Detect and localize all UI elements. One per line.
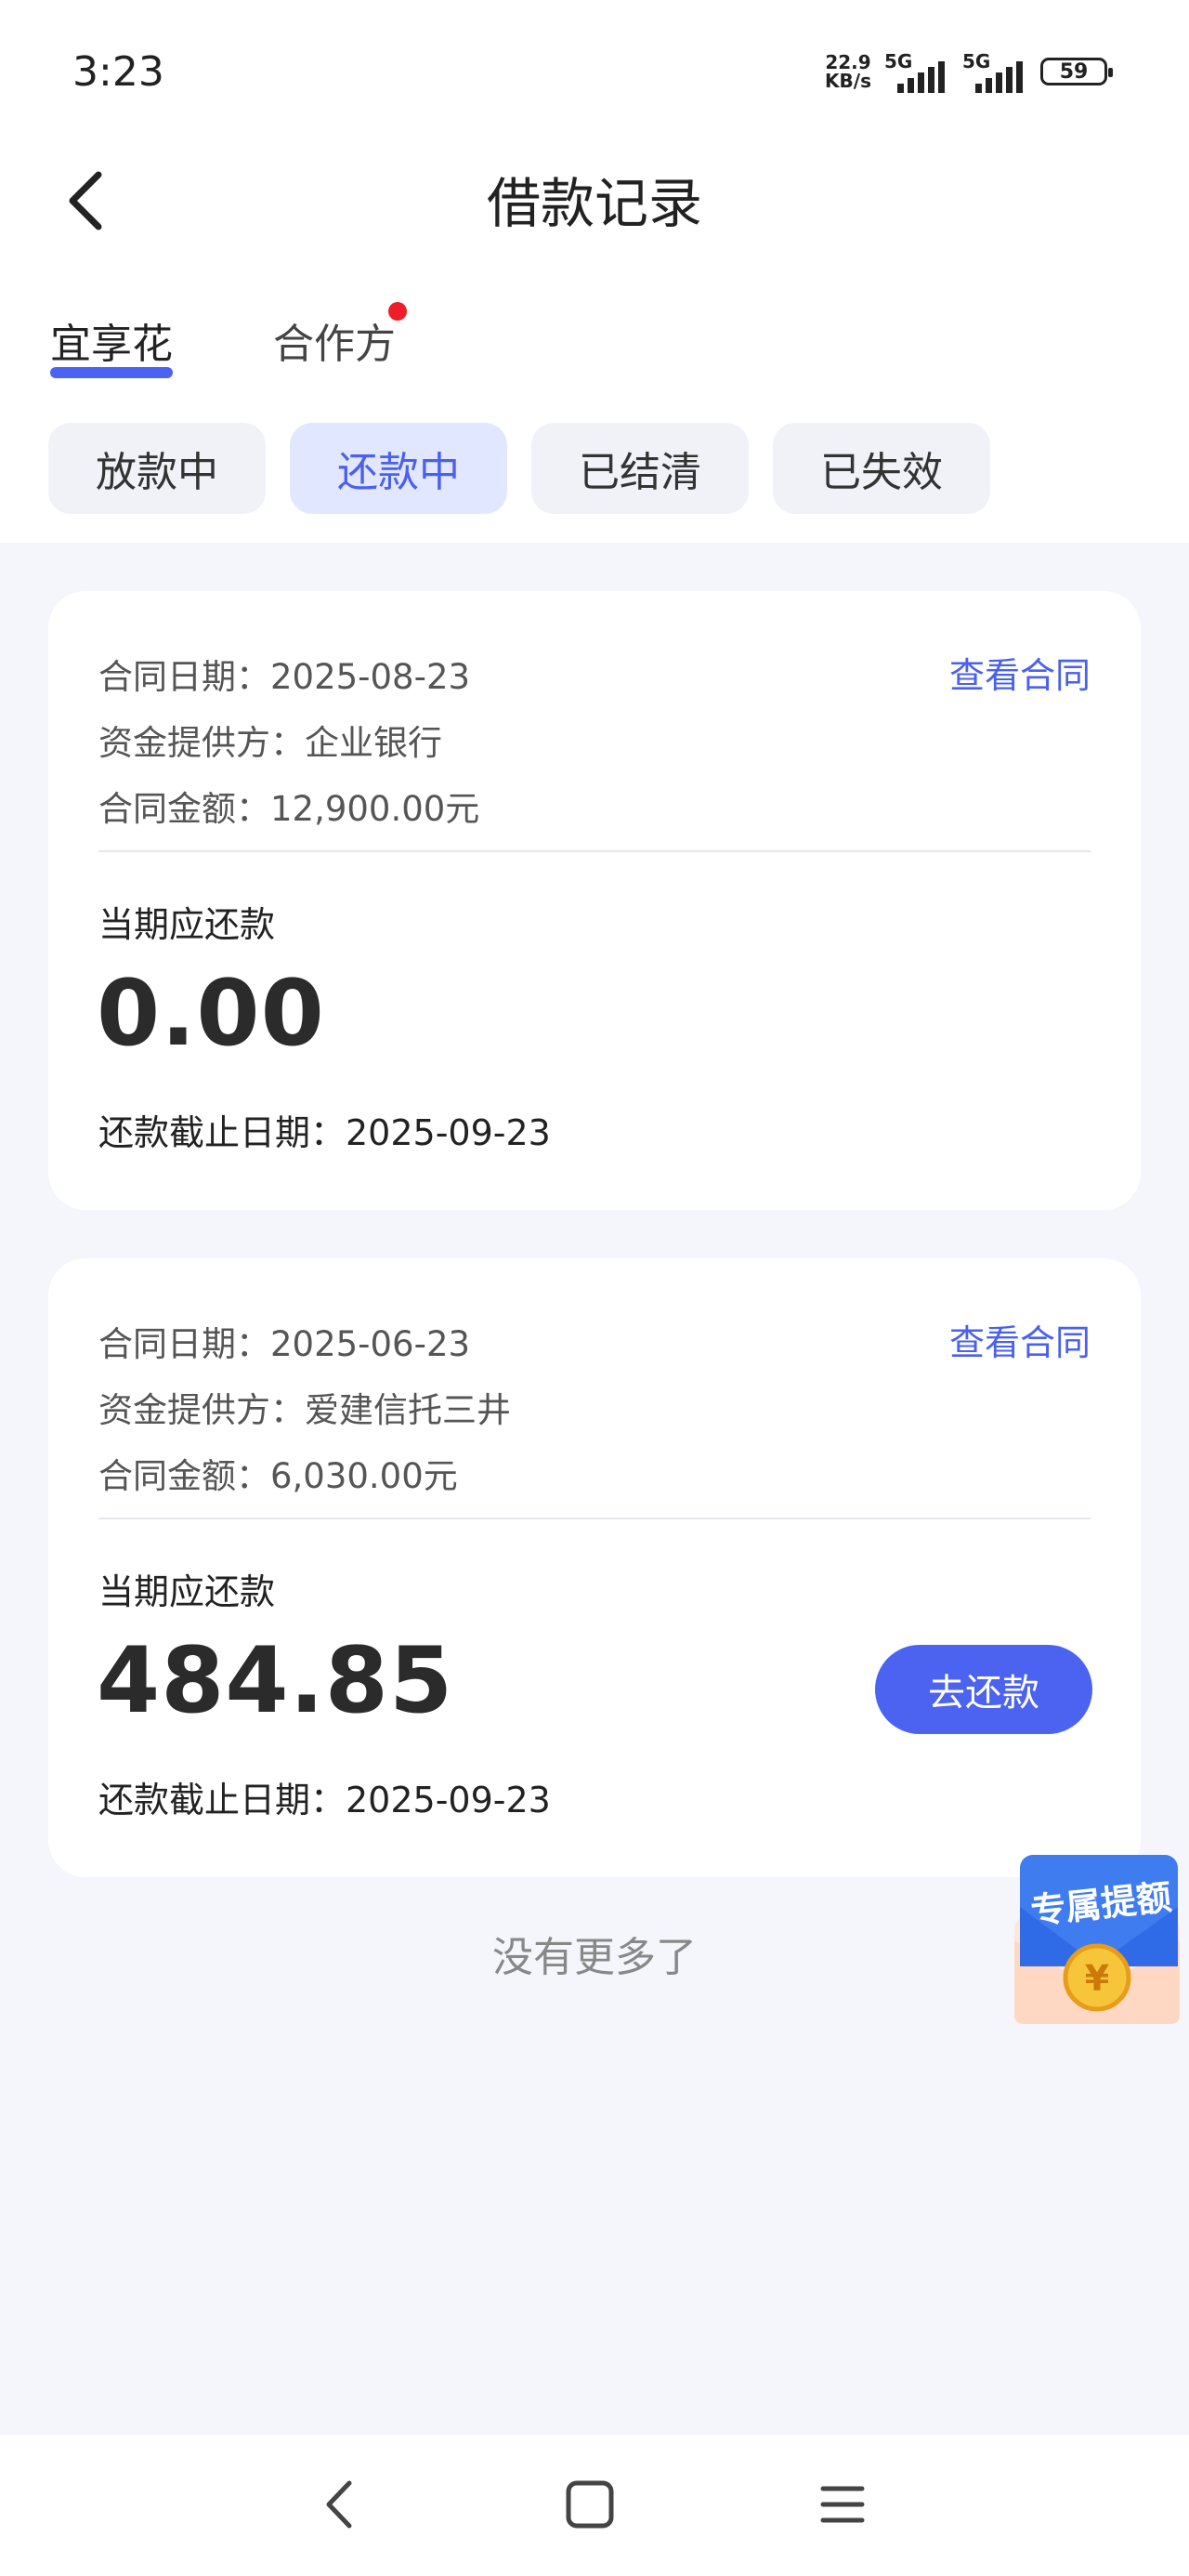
- signal-icon: 5G: [884, 50, 949, 93]
- status-time: 3:23: [72, 48, 164, 96]
- fund-provider: 资金提供方：企业银行: [98, 723, 442, 763]
- nav-back-button[interactable]: [307, 2472, 372, 2537]
- filter-chip-expired[interactable]: 已失效: [773, 423, 990, 514]
- menu-icon: [820, 2486, 865, 2523]
- filter-chip-settled[interactable]: 已结清: [531, 423, 749, 514]
- system-nav-bar: [0, 2435, 1189, 2576]
- nav-home-button[interactable]: [557, 2472, 622, 2537]
- network-speed-unit: KB/s: [825, 70, 871, 92]
- contract-amount: 合同金额：12,900.00元: [98, 789, 480, 829]
- due-label: 当期应还款: [98, 904, 276, 945]
- page-title: 借款记录: [486, 172, 702, 235]
- repay-deadline: 还款截止日期：2025-09-23: [98, 1112, 551, 1153]
- fund-provider: 资金提供方：爱建信托三井: [98, 1390, 511, 1430]
- tab-active-indicator: [50, 367, 173, 378]
- contract-amount: 合同金额：6,030.00元: [98, 1456, 458, 1496]
- filter-chip-disbursing[interactable]: 放款中: [48, 423, 266, 514]
- loan-card: 合同日期：2025-08-23 查看合同 资金提供方：企业银行 合同金额：12,…: [48, 591, 1141, 1210]
- signal-icon-2: 5G: [962, 50, 1027, 93]
- due-amount: 484.85: [97, 1628, 454, 1734]
- home-square-icon: [566, 2480, 614, 2529]
- view-contract-link[interactable]: 查看合同: [949, 647, 1091, 698]
- status-icons: 22.9 KB/s 5G 5G 59: [825, 50, 1113, 93]
- contract-date: 合同日期：2025-08-23: [98, 657, 471, 697]
- view-contract-link[interactable]: 查看合同: [949, 1314, 1091, 1365]
- notification-badge: [388, 302, 407, 321]
- loan-card: 合同日期：2025-06-23 查看合同 资金提供方：爱建信托三井 合同金额：6…: [48, 1258, 1141, 1877]
- limit-boost-promo[interactable]: ¥ 专属提额: [1011, 1851, 1183, 2028]
- coin-symbol: ¥: [1085, 1958, 1109, 1999]
- card-divider: [98, 1518, 1091, 1519]
- filter-chip-repaying[interactable]: 还款中: [290, 423, 507, 514]
- battery-icon: 59: [1040, 58, 1113, 85]
- repay-deadline: 还款截止日期：2025-09-23: [98, 1780, 551, 1820]
- battery-level: 59: [1059, 59, 1089, 84]
- card-divider: [98, 850, 1091, 852]
- tab-partner[interactable]: 合作方: [273, 310, 396, 370]
- due-amount: 0.00: [97, 961, 325, 1067]
- nav-menu-button[interactable]: [810, 2472, 875, 2537]
- network-speed-value: 22.9: [825, 51, 871, 73]
- repay-button[interactable]: 去还款: [875, 1645, 1092, 1734]
- tab-yixianghua[interactable]: 宜享花: [50, 310, 173, 370]
- back-triangle-icon: [326, 2480, 352, 2529]
- due-label: 当期应还款: [98, 1571, 276, 1612]
- contract-date: 合同日期：2025-06-23: [98, 1324, 471, 1364]
- network-speed: 22.9 KB/s: [825, 53, 871, 90]
